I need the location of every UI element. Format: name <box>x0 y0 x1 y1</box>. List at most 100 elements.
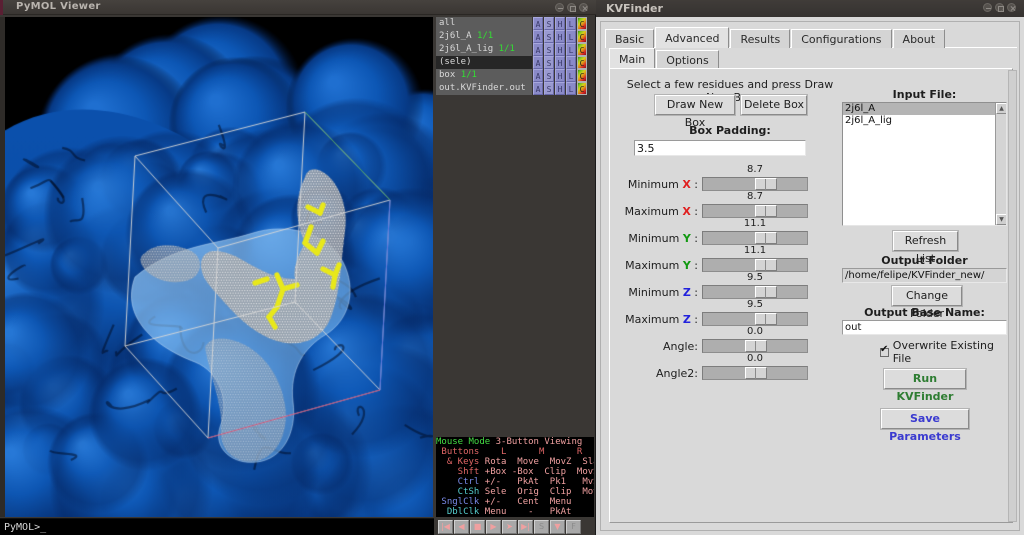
object-button-s[interactable]: S <box>544 82 554 95</box>
tab-configurations[interactable]: Configurations <box>791 29 892 48</box>
pymol-titlebar[interactable]: PyMOL Viewer <box>0 0 596 15</box>
rewind-to-start-button[interactable]: |◀ <box>438 519 453 534</box>
change-folder-button[interactable]: Change Folder <box>892 286 962 320</box>
slider-track[interactable] <box>702 231 808 245</box>
draw-new-box-button[interactable]: Draw New Box <box>655 95 735 129</box>
molecular-surface-render[interactable] <box>5 17 433 517</box>
object-button-h[interactable]: H <box>555 30 565 43</box>
object-row[interactable]: box 1/1 A S H L C <box>436 69 594 82</box>
minimize-icon[interactable] <box>555 3 564 12</box>
pymol-3d-viewport[interactable] <box>5 17 433 517</box>
step-back-button[interactable]: ◀ <box>454 519 469 534</box>
listbox-scrollbar[interactable]: ▲ ▼ <box>995 103 1006 225</box>
fullscreen-button[interactable]: F <box>566 519 581 534</box>
slider-thumb[interactable] <box>755 313 777 326</box>
step-forward-button[interactable]: ➤ <box>502 519 517 534</box>
maximize-icon[interactable] <box>567 3 576 12</box>
object-button-s[interactable]: S <box>544 17 554 30</box>
kvfinder-titlebar[interactable]: KVFinder <box>596 0 1024 17</box>
object-button-c[interactable]: C <box>577 69 587 82</box>
slider-thumb[interactable] <box>755 178 777 191</box>
tab-advanced[interactable]: Advanced <box>655 27 730 48</box>
output-folder-input[interactable]: /home/felipe/KVFinder_new/ <box>842 268 1007 283</box>
close-icon[interactable] <box>1007 3 1016 12</box>
movie-menu-button[interactable]: ▼ <box>550 519 565 534</box>
slider-track[interactable] <box>702 204 808 218</box>
tab-about[interactable]: About <box>892 29 946 48</box>
object-button-c[interactable]: C <box>577 17 587 30</box>
object-button-s[interactable]: S <box>544 56 554 69</box>
slider-thumb[interactable] <box>745 340 767 353</box>
stop-button[interactable]: ■ <box>470 519 485 534</box>
object-button-c[interactable]: C <box>577 43 587 56</box>
object-button-c[interactable]: C <box>577 82 587 95</box>
slider-track[interactable] <box>702 177 808 191</box>
object-button-s[interactable]: S <box>544 69 554 82</box>
subtab-options[interactable]: Options <box>656 50 719 69</box>
movie-settings-button[interactable]: S <box>534 519 549 534</box>
pymol-command-line[interactable]: PyMOL>_ <box>0 518 434 535</box>
object-button-a[interactable]: A <box>533 43 543 56</box>
object-button-l[interactable]: L <box>566 17 576 30</box>
overwrite-checkbox-row[interactable]: Overwrite Existing File <box>880 339 1012 365</box>
object-name[interactable]: out.KVFinder.out <box>436 82 532 95</box>
object-button-l[interactable]: L <box>566 43 576 56</box>
slider-thumb[interactable] <box>755 205 777 218</box>
object-button-h[interactable]: H <box>555 82 565 95</box>
object-row[interactable]: all A S H L C <box>436 17 594 30</box>
run-kvfinder-button[interactable]: Run KVFinder <box>884 369 966 403</box>
object-row[interactable]: 2j6l_A_lig 1/1 A S H L C <box>436 43 594 56</box>
output-basename-input[interactable]: out <box>842 320 1007 335</box>
object-button-a[interactable]: A <box>533 30 543 43</box>
input-file-listbox[interactable]: 2j6l_A 2j6l_A_lig ▲ ▼ <box>842 102 1007 226</box>
object-button-h[interactable]: H <box>555 56 565 69</box>
panel-vertical-scrollbar[interactable] <box>1008 70 1017 522</box>
object-row[interactable]: (sele) A S H L C <box>436 56 594 69</box>
object-button-a[interactable]: A <box>533 69 543 82</box>
slider-track[interactable] <box>702 285 808 299</box>
slider-track[interactable] <box>702 258 808 272</box>
slider-thumb[interactable] <box>755 286 777 299</box>
refresh-list-button[interactable]: Refresh List <box>893 231 958 265</box>
play-button[interactable]: ▶ <box>486 519 501 534</box>
object-button-a[interactable]: A <box>533 56 543 69</box>
object-name[interactable]: 2j6l_A_lig 1/1 <box>436 43 532 56</box>
tab-results[interactable]: Results <box>730 29 791 48</box>
box-padding-input[interactable]: 3.5 <box>634 140 806 156</box>
object-button-s[interactable]: S <box>544 30 554 43</box>
minimize-icon[interactable] <box>983 3 992 12</box>
slider-thumb[interactable] <box>755 232 777 245</box>
forward-to-end-button[interactable]: ▶| <box>518 519 533 534</box>
object-row[interactable]: 2j6l_A 1/1 A S H L C <box>436 30 594 43</box>
tab-basic[interactable]: Basic <box>605 29 655 48</box>
object-button-h[interactable]: H <box>555 69 565 82</box>
object-button-a[interactable]: A <box>533 82 543 95</box>
object-button-c[interactable]: C <box>577 56 587 69</box>
delete-box-button[interactable]: Delete Box <box>741 95 807 115</box>
object-button-a[interactable]: A <box>533 17 543 30</box>
object-name[interactable]: all <box>436 17 532 30</box>
overwrite-checkbox[interactable] <box>880 344 889 357</box>
close-icon[interactable] <box>579 3 588 12</box>
slider-track[interactable] <box>702 366 808 380</box>
scroll-up-icon[interactable]: ▲ <box>996 103 1006 114</box>
object-button-s[interactable]: S <box>544 43 554 56</box>
object-button-l[interactable]: L <box>566 30 576 43</box>
object-button-h[interactable]: H <box>555 43 565 56</box>
save-parameters-button[interactable]: Save Parameters <box>881 409 969 443</box>
slider-thumb[interactable] <box>745 367 767 380</box>
object-button-l[interactable]: L <box>566 69 576 82</box>
object-button-l[interactable]: L <box>566 56 576 69</box>
object-name[interactable]: (sele) <box>436 56 532 69</box>
maximize-icon[interactable] <box>995 3 1004 12</box>
slider-track[interactable] <box>702 339 808 353</box>
list-item[interactable]: 2j6l_A <box>843 103 1006 115</box>
subtab-main[interactable]: Main <box>609 48 656 69</box>
object-button-l[interactable]: L <box>566 82 576 95</box>
slider-track[interactable] <box>702 312 808 326</box>
object-button-h[interactable]: H <box>555 17 565 30</box>
object-row[interactable]: out.KVFinder.out A S H L C <box>436 82 594 95</box>
object-name[interactable]: 2j6l_A 1/1 <box>436 30 532 43</box>
list-item[interactable]: 2j6l_A_lig <box>843 115 1006 127</box>
scroll-down-icon[interactable]: ▼ <box>996 214 1006 225</box>
